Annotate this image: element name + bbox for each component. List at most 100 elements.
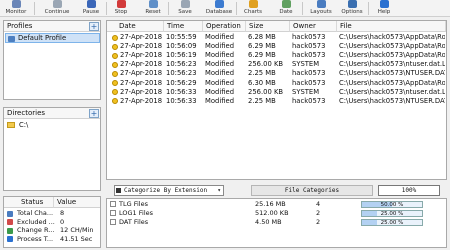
file-row[interactable]: 27-Apr-2018 10:55:59 Modified 6.28 MB hack05… [107,33,445,42]
file-cell-time: 10:56:33 [166,87,197,96]
category-checkbox[interactable] [110,210,116,217]
save-label: Save [178,9,192,15]
category-name: DAT Files [119,218,149,227]
file-cell-time: 10:55:59 [166,33,197,41]
toolbar-separator [236,2,237,15]
stop-button[interactable]: Stop [110,0,132,17]
file-cell-size: 2.25 MB [248,69,276,78]
category-row[interactable]: LOG1 Files 512.00 KB 2 25.00 % [107,209,446,218]
file-cell-time: 10:56:23 [166,69,197,78]
status-list: Total Cha... 8 Excluded ... 0 Change R... 12 … [4,209,100,247]
status-row: Excluded ... 0 [4,218,100,227]
category-name: LOG1 Files [119,209,154,218]
pause-button[interactable]: Pause [80,0,102,17]
col-header-size[interactable]: Size [246,21,290,32]
category-checkbox[interactable] [110,219,116,226]
file-row[interactable]: 27-Apr-2018 10:56:33 Modified 256.00 KB SYST… [107,87,445,97]
status-value: 41.51 Sec [60,234,93,243]
database-button[interactable]: Database [205,0,233,17]
file-cell-date: 27-Apr-2018 [120,87,163,96]
options-label: Options [341,9,363,15]
charts-button[interactable]: Charts [241,0,265,17]
monitor-button[interactable]: Monitor [4,0,28,17]
modified-status-icon [112,34,118,41]
category-percent-label: 25.00 % [380,211,404,218]
category-size: 4.50 MB [255,218,282,227]
file-row[interactable]: 27-Apr-2018 10:56:23 Modified 256.00 KB SYST… [107,60,445,69]
file-cell-owner: hack0573 [292,51,326,60]
file-cell-op: Modified [205,42,235,51]
pause-label: Pause [82,9,100,15]
file-row[interactable]: 27-Apr-2018 10:56:33 Modified 2.25 MB hack05… [107,96,445,106]
file-cell-size: 6.28 MB [248,33,276,41]
date-icon [281,0,291,8]
toolbar-separator [168,2,169,15]
profiles-panel: Profiles + Default Profile [3,20,101,100]
file-cell-owner: SYSTEM [292,87,320,96]
file-categories-button[interactable]: File Categories [251,185,373,196]
col-header-time[interactable]: Time [164,21,203,32]
file-row[interactable]: 27-Apr-2018 10:56:19 Modified 6.29 MB hack05… [107,51,445,60]
layouts-button[interactable]: Layouts [308,0,334,17]
options-icon [347,0,357,8]
category-size: 25.16 MB [255,200,286,208]
file-cell-size: 6.29 MB [248,51,276,60]
file-row[interactable]: 27-Apr-2018 10:56:09 Modified 6.29 MB hack05… [107,42,445,51]
database-icon [214,0,224,8]
files-table-body: 27-Apr-2018 10:55:59 Modified 6.28 MB hack05… [107,32,446,178]
add-profile-button[interactable]: + [89,22,99,31]
profile-item-default[interactable]: Default Profile [5,33,100,43]
help-label: Help [377,9,391,15]
file-cell-file: C:\Users\hack0573\ntuser.dat.L... [339,60,445,69]
file-cell-date: 27-Apr-2018 [120,60,163,69]
category-row[interactable]: DAT Files 4.50 MB 2 25.00 % [107,218,446,227]
col-header-date[interactable]: Date [107,21,164,32]
status-label: Process T... [17,234,54,243]
directories-header: Directories [4,108,100,119]
category-checkbox[interactable] [110,201,116,207]
profile-icon [8,35,15,42]
status-label: Change R... [17,226,55,235]
date-button[interactable]: Date [275,0,297,17]
file-cell-owner: hack0573 [292,69,326,78]
col-header-operation[interactable]: Operation [203,21,246,32]
help-button[interactable]: Help [374,0,394,17]
toolbar: Monitor Continue Pause Stop Reset Save Databas… [0,0,450,17]
pause-icon [86,0,96,8]
directory-item[interactable]: C:\ [7,121,67,130]
options-button[interactable]: Options [340,0,364,17]
col-header-file[interactable]: File [337,21,446,32]
toolbar-separator [368,2,369,15]
file-row[interactable]: 27-Apr-2018 10:56:23 Modified 2.25 MB hack05… [107,69,445,78]
reset-label: Reset [145,9,161,15]
status-row: Change R... 12 CH/Min [4,226,100,235]
category-percent-label: 25.00 % [380,220,404,227]
continue-icon [52,0,62,8]
file-cell-owner: hack0573 [292,96,326,105]
file-cell-owner: SYSTEM [292,60,320,69]
date-label: Date [279,9,293,15]
category-row[interactable]: TLG Files 25.16 MB 4 50.00 % [107,200,446,209]
categorize-select[interactable]: Categorize By Extension ▾ [114,185,224,196]
modified-status-icon [112,89,118,96]
add-directory-button[interactable]: + [89,109,99,118]
file-cell-file: C:\Users\hack0573\NTUSER.DAT [339,69,445,78]
col-header-owner[interactable]: Owner [290,21,337,32]
reset-button[interactable]: Reset [141,0,165,17]
category-percent-bar: 50.00 % [361,201,423,208]
file-cell-date: 27-Apr-2018 [120,51,163,60]
file-row[interactable]: 27-Apr-2018 10:56:29 Modified 6.30 MB hack05… [107,79,445,88]
status-col-header: Status [4,197,54,208]
status-row: Total Cha... 8 [4,209,100,218]
stop-label: Stop [114,9,128,15]
status-icon [7,210,13,217]
help-icon [379,0,389,8]
continue-button[interactable]: Continue [40,0,74,17]
continue-label: Continue [44,9,70,15]
file-cell-file: C:\Users\hack0573\AppData\Ro... [339,51,445,60]
directories-panel: Directories + C:\ [3,107,101,191]
modified-status-icon [112,43,118,50]
layouts-label: Layouts [310,9,332,15]
file-cell-size: 2.25 MB [248,96,276,105]
save-button[interactable]: Save [174,0,196,17]
